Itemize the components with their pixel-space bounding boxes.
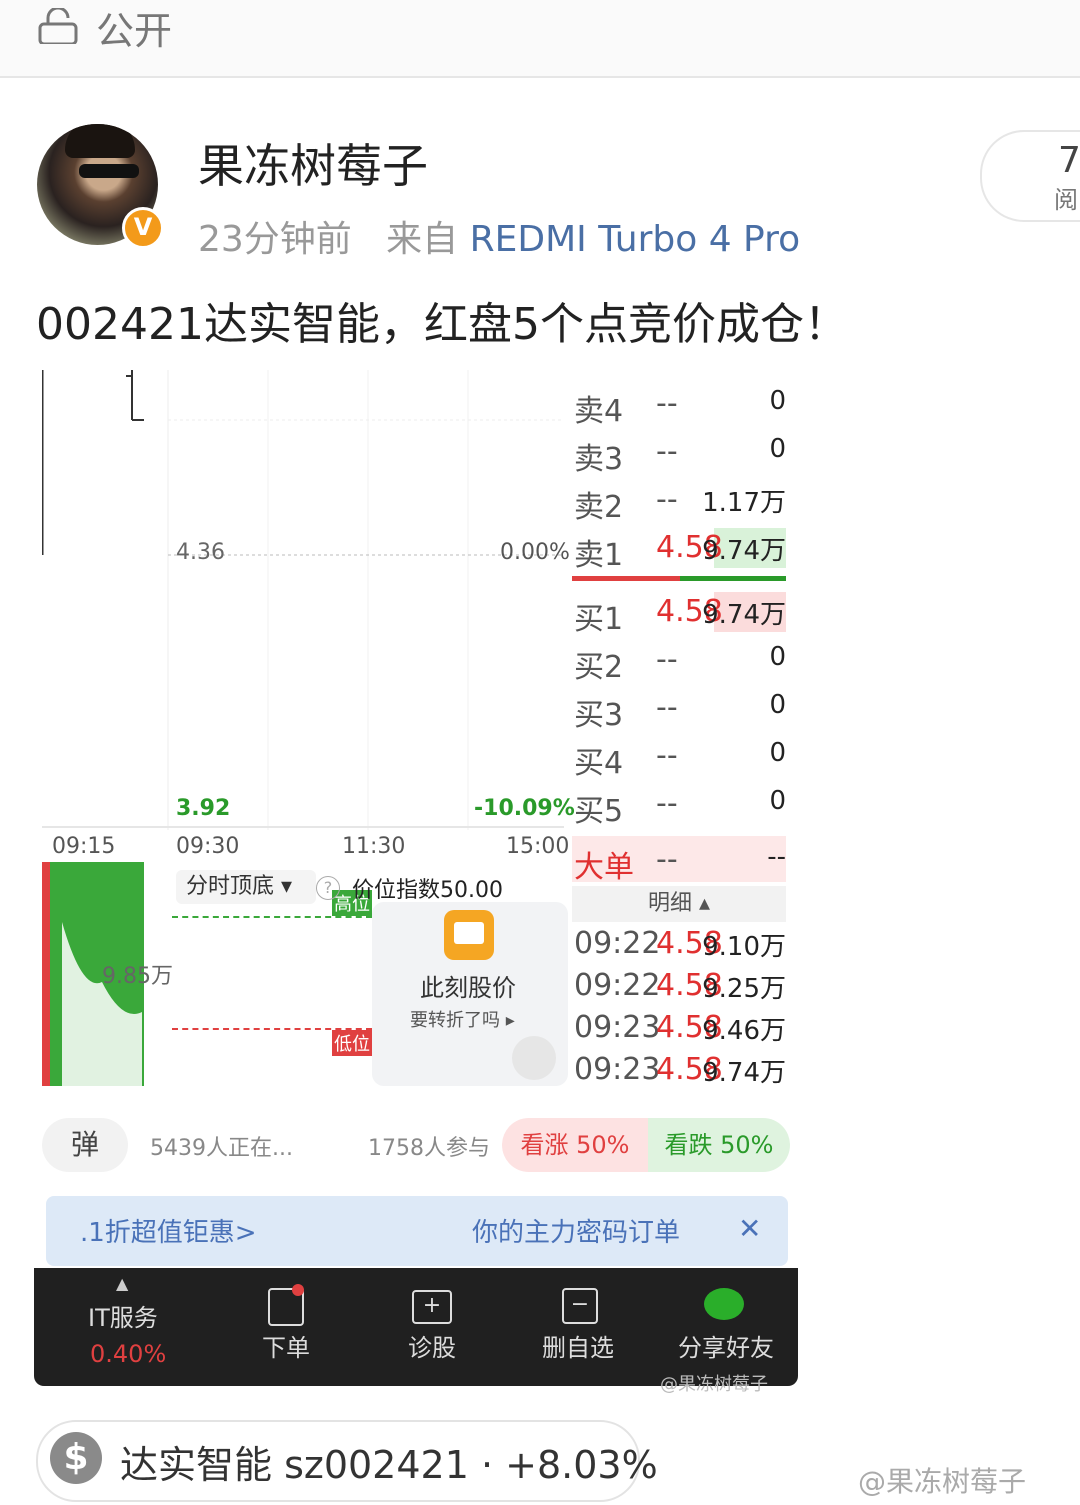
ask-row: 卖3 -- 0: [574, 434, 786, 477]
sector-label[interactable]: IT服务: [88, 1298, 158, 1333]
watermark: @果冻树莓子: [858, 1465, 1027, 1498]
tab-remove-watchlist[interactable]: 删自选: [542, 1328, 614, 1363]
price-top-label: 4.36: [176, 540, 225, 565]
notification-dot: [292, 1284, 304, 1296]
bid-row: 买4 -- 0: [574, 738, 786, 781]
bull-vote-button[interactable]: 看涨 50%: [502, 1118, 648, 1172]
remove-watchlist-icon: −: [562, 1288, 598, 1324]
tick-row: 09:22 4.58 9.25万: [574, 968, 786, 1004]
promo-subtitle: 要转折了吗 ▸: [410, 1010, 515, 1031]
caret-down-icon: ▾: [281, 874, 293, 899]
post-text: 002421达实智能，红盘5个点竞价成仓！: [36, 299, 848, 350]
visibility-label[interactable]: 公开: [96, 0, 172, 55]
banner-left-text[interactable]: .1折超值钜惠>: [80, 1212, 257, 1249]
detail-tab[interactable]: 明细 ▴: [572, 886, 786, 922]
expand-icon[interactable]: [512, 1036, 556, 1080]
tick-row: 09:23 4.58 9.74万: [574, 1052, 786, 1088]
indicator-dropdown[interactable]: 分时顶底 ▾: [176, 870, 316, 904]
high-line: [172, 916, 372, 918]
intraday-chart-svg: [40, 370, 564, 830]
post-time: 23分钟前: [198, 219, 352, 260]
inner-watermark: @果冻树莓子: [660, 1374, 768, 1395]
bid-row: 买1 4.58 9.74万: [574, 594, 786, 637]
post-meta: 23分钟前 来自 REDMI Turbo 4 Pro: [198, 210, 800, 262]
help-icon[interactable]: ?: [316, 876, 340, 900]
author-name[interactable]: 果冻树莓子: [198, 130, 428, 196]
ask-row: 卖1 4.58 9.74万: [574, 530, 786, 573]
bear-vote-button[interactable]: 看跌 50%: [648, 1118, 790, 1172]
volume-label: 9.85万: [102, 964, 173, 989]
pct-top-label: 0.00%: [500, 540, 570, 565]
danmu-toggle[interactable]: 弹: [42, 1118, 128, 1172]
time-tick: 09:15: [52, 834, 116, 859]
indicator-dropdown-label: 分时顶底: [186, 874, 275, 899]
tick-row: 09:23 4.58 9.46万: [574, 1010, 786, 1046]
close-icon[interactable]: ✕: [738, 1212, 761, 1245]
bid-row: 买2 -- 0: [574, 642, 786, 685]
source-prefix: 来自: [386, 219, 459, 260]
read-label: 阅: [1054, 186, 1078, 214]
wechat-icon: [704, 1288, 744, 1320]
chart-divider: [42, 826, 564, 828]
dollar-icon: $: [50, 1432, 102, 1484]
bid-row: 买3 -- 0: [574, 690, 786, 733]
sector-pct: 0.40%: [90, 1340, 167, 1368]
intraday-chart: [40, 370, 564, 830]
caret-up-icon: ▲: [116, 1274, 129, 1293]
big-order-row-text: 大单 -- --: [574, 842, 786, 885]
tick-row: 09:22 4.58 9.10万: [574, 926, 786, 962]
bid-row: 买5 -- 0: [574, 786, 786, 829]
device-name[interactable]: REDMI Turbo 4 Pro: [470, 219, 801, 260]
tab-order[interactable]: 下单: [262, 1328, 310, 1363]
stock-chip-text[interactable]: 达实智能 sz002421 · +8.03%: [120, 1434, 658, 1489]
low-tag: 低位: [332, 1030, 372, 1056]
promo-title: 此刻股价: [420, 974, 516, 1002]
tab-share[interactable]: 分享好友: [678, 1328, 774, 1363]
bid-ratio-bar: [572, 576, 680, 581]
ask-row: 卖4 -- 0: [574, 386, 786, 429]
watching-count: 5439人正在...: [150, 1136, 293, 1161]
time-tick: 15:00: [506, 834, 570, 859]
tab-diagnose[interactable]: 诊股: [408, 1328, 456, 1363]
time-tick: 11:30: [342, 834, 406, 859]
indicator-value: 价位指数50.00: [352, 878, 503, 903]
lock-icon: [38, 8, 78, 44]
ask-ratio-bar: [680, 576, 786, 581]
read-count: 7: [1058, 140, 1080, 181]
diagnose-icon: +: [412, 1290, 452, 1324]
time-tick: 09:30: [176, 834, 240, 859]
ask-row: 卖2 -- 1.17万: [574, 482, 786, 525]
promo-icon: [444, 910, 494, 960]
verified-badge-icon: V: [122, 207, 164, 249]
banner-right-text[interactable]: 你的主力密码订单: [472, 1212, 680, 1249]
pct-bottom-label: -10.09%: [474, 796, 575, 821]
price-bottom-label: 3.92: [176, 796, 231, 821]
participant-count: 1758人参与: [368, 1136, 490, 1161]
